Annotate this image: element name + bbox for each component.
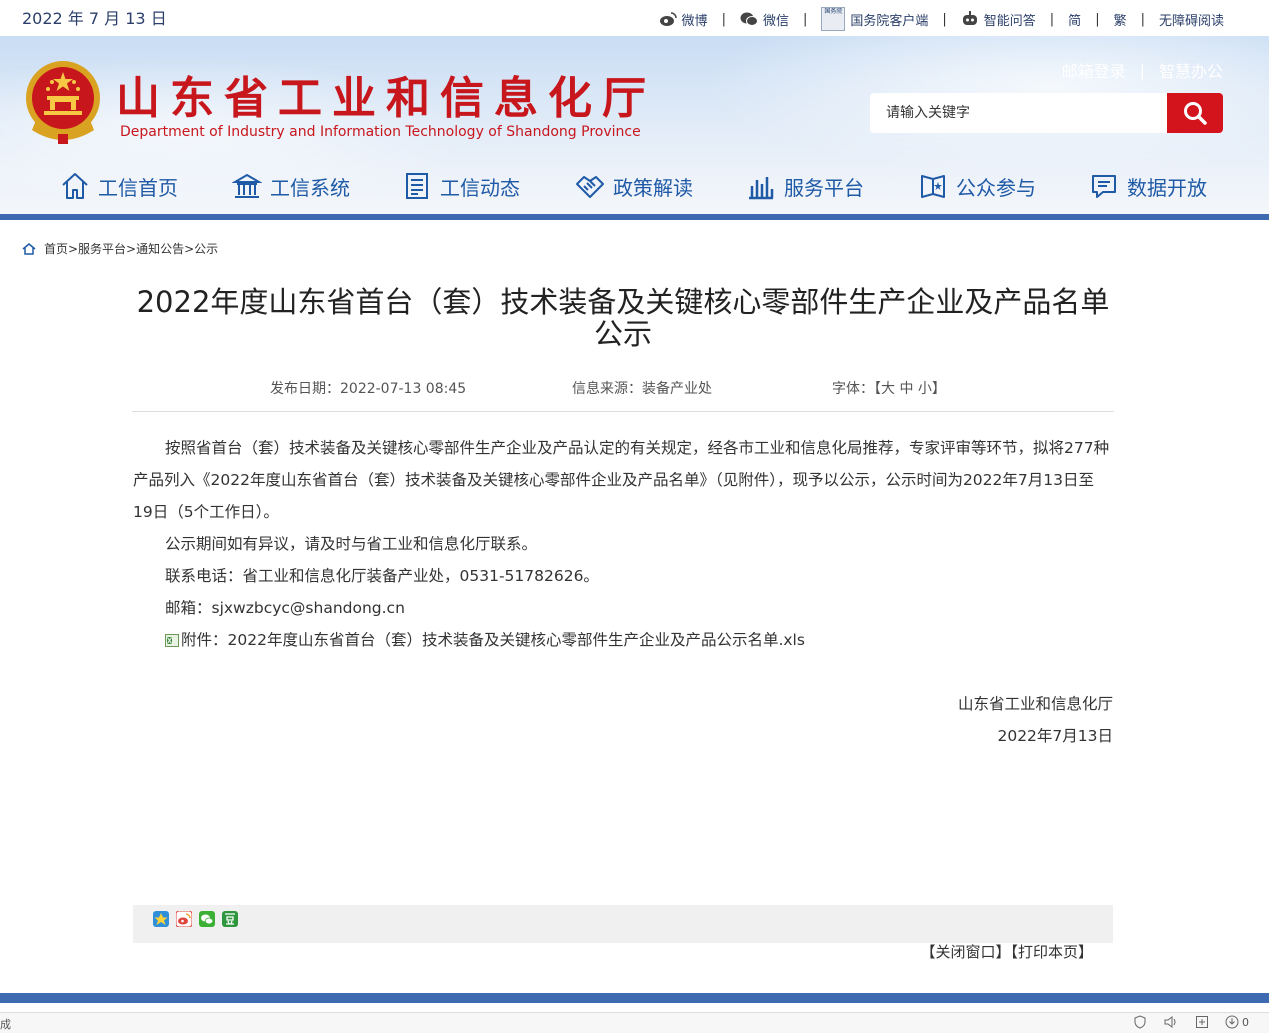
nav-system-label: 工信系统	[270, 175, 350, 200]
wechat-label: 微信	[762, 13, 789, 29]
site-subtitle: Department of Industry and Information T…	[120, 124, 641, 140]
gov-client-icon: 国务院	[821, 7, 846, 31]
attachment-link[interactable]: 附件：2022年度山东省首台（套）技术装备及关键核心零部件生产企业及产品公示名单…	[181, 631, 805, 649]
nav-news-label: 工信动态	[440, 175, 520, 200]
close-window-link[interactable]: 【关闭窗口】	[920, 943, 1010, 961]
shield-icon[interactable]	[1133, 1015, 1147, 1029]
article-title: 2022年度山东省首台（套）技术装备及关键核心零部件生产企业及产品名单公示	[136, 285, 1110, 351]
smart-office-link[interactable]: 智慧办公	[1159, 58, 1223, 82]
share-bar	[133, 905, 1113, 943]
status-text: 成	[0, 1018, 11, 1031]
douban-share-icon[interactable]	[222, 911, 238, 927]
gov-client-label: 国务院客户端	[850, 13, 929, 29]
search-input[interactable]	[870, 93, 1167, 133]
weibo-icon	[659, 12, 677, 26]
nav-news[interactable]: 工信动态	[402, 166, 520, 206]
nav-public[interactable]: 公众参与	[918, 166, 1036, 206]
wechat-icon	[740, 12, 758, 26]
accessible-reading-link[interactable]: 无障碍阅读	[1159, 10, 1224, 29]
star-book-icon	[921, 175, 945, 198]
simplified-link[interactable]: 简	[1068, 10, 1081, 29]
publish-date: 发布日期：2022-07-13 08:45	[270, 381, 467, 397]
font-size-control[interactable]: 字体：【大 中 小】	[832, 378, 946, 398]
accessible-label: 无障碍阅读	[1158, 13, 1224, 29]
home-icon	[22, 242, 36, 255]
mail-login-link[interactable]: 邮箱登录	[1062, 58, 1126, 82]
qzone-share-icon[interactable]	[153, 911, 169, 927]
breadcrumb: 首页>服务平台>通知公告>公示	[22, 240, 218, 257]
nav-service[interactable]: 服务平台	[746, 166, 864, 206]
weibo-label: 微博	[681, 13, 708, 29]
nav-service-label: 服务平台	[784, 175, 864, 200]
page-actions: 【关闭窗口】【打印本页】	[700, 941, 1093, 962]
paragraph: 公示期间如有异议，请及时与省工业和信息化厅联系。	[165, 535, 538, 553]
qa-link[interactable]: 智能问答	[961, 10, 1036, 29]
separator: |	[721, 11, 726, 27]
signature: 山东省工业和信息化厅	[957, 695, 1113, 713]
traditional-link[interactable]: 繁	[1114, 10, 1127, 29]
nav-system[interactable]: 工信系统	[232, 166, 350, 206]
sign-date: 2022年7月13日	[997, 727, 1113, 745]
site-title: 山东省工业和信息化厅	[116, 73, 656, 124]
separator: |	[1095, 11, 1100, 27]
download-icon	[1225, 1015, 1239, 1029]
speaker-icon[interactable]	[1163, 1015, 1179, 1029]
status-icons: 0	[1133, 1015, 1249, 1029]
current-date: 2022 年 7 月 13 日	[22, 9, 167, 28]
main-nav: 工信首页 工信系统 工信动态 政策解读 服务平台 公众参与 数据开放	[0, 166, 1269, 206]
traditional-label: 繁	[1113, 13, 1127, 29]
top-bar: 2022 年 7 月 13 日 微博 | 微信 | 国务院 国务院客户端 | 智…	[0, 0, 1269, 36]
divider	[132, 411, 1114, 412]
info-source: 信息来源：装备产业处	[572, 381, 712, 397]
qa-label: 智能问答	[983, 13, 1036, 29]
gov-client-link[interactable]: 国务院 国务院客户端	[821, 7, 928, 31]
national-emblem-logo	[26, 61, 100, 144]
header-divider	[0, 214, 1269, 220]
article-meta: 发布日期：2022-07-13 08:45 信息来源：装备产业处 字体：【大 中…	[132, 378, 1114, 402]
article-body: 按照省首台（套）技术装备及关键核心零部件生产企业及产品认定的有关规定，经各市工业…	[133, 432, 1113, 656]
robot-icon	[962, 11, 977, 25]
download-indicator[interactable]: 0	[1225, 1015, 1249, 1029]
add-tab-icon[interactable]	[1195, 1015, 1209, 1029]
separator: |	[1140, 11, 1145, 27]
top-links: 微博 | 微信 | 国务院 国务院客户端 | 智能问答 | 简 | 繁 | 无障…	[659, 7, 1224, 31]
search-box	[870, 93, 1223, 133]
nav-data[interactable]: 数据开放	[1089, 166, 1207, 206]
excel-file-icon	[165, 634, 179, 647]
message-icon	[1092, 175, 1116, 198]
separator: |	[1049, 11, 1055, 27]
search-icon	[1184, 102, 1207, 125]
home-icon	[62, 173, 88, 199]
paragraph: 联系电话：省工业和信息化厅装备产业处，0531-51782626。	[165, 567, 599, 585]
breadcrumb-path[interactable]: 首页>服务平台>通知公告>公示	[44, 240, 218, 257]
separator: |	[942, 11, 947, 27]
download-count: 0	[1242, 1015, 1249, 1029]
separator: |	[1139, 60, 1145, 80]
document-icon	[406, 173, 428, 199]
site-header: 山东省工业和信息化厅 Department of Industry and In…	[0, 36, 1269, 216]
nav-public-label: 公众参与	[956, 175, 1036, 200]
handshake-icon	[576, 176, 604, 198]
nav-policy-label: 政策解读	[613, 175, 693, 200]
paragraph: 邮箱：sjxwzbcyc@shandong.cn	[165, 599, 405, 617]
wechat-share-icon[interactable]	[199, 911, 215, 927]
building-icon	[232, 173, 262, 198]
search-button[interactable]	[1167, 93, 1223, 133]
print-page-link[interactable]: 【打印本页】	[1010, 943, 1093, 961]
wechat-link[interactable]: 微信	[740, 10, 789, 29]
weibo-share-icon[interactable]	[176, 911, 192, 927]
footer-divider	[0, 993, 1269, 1003]
bar-chart-icon	[749, 177, 774, 200]
nav-policy[interactable]: 政策解读	[575, 166, 693, 206]
attachment-row: 附件：2022年度山东省首台（套）技术装备及关键核心零部件生产企业及产品公示名单…	[133, 624, 1113, 656]
simplified-label: 简	[1068, 13, 1082, 29]
nav-home-label: 工信首页	[98, 175, 178, 200]
nav-home[interactable]: 工信首页	[60, 166, 178, 206]
separator: |	[802, 11, 808, 27]
header-links: 邮箱登录 | 智慧办公	[1062, 58, 1223, 82]
nav-data-label: 数据开放	[1127, 175, 1207, 200]
weibo-link[interactable]: 微博	[659, 10, 708, 29]
paragraph: 按照省首台（套）技术装备及关键核心零部件生产企业及产品认定的有关规定，经各市工业…	[133, 439, 1110, 521]
browser-status-bar: 成 0	[0, 1012, 1269, 1033]
